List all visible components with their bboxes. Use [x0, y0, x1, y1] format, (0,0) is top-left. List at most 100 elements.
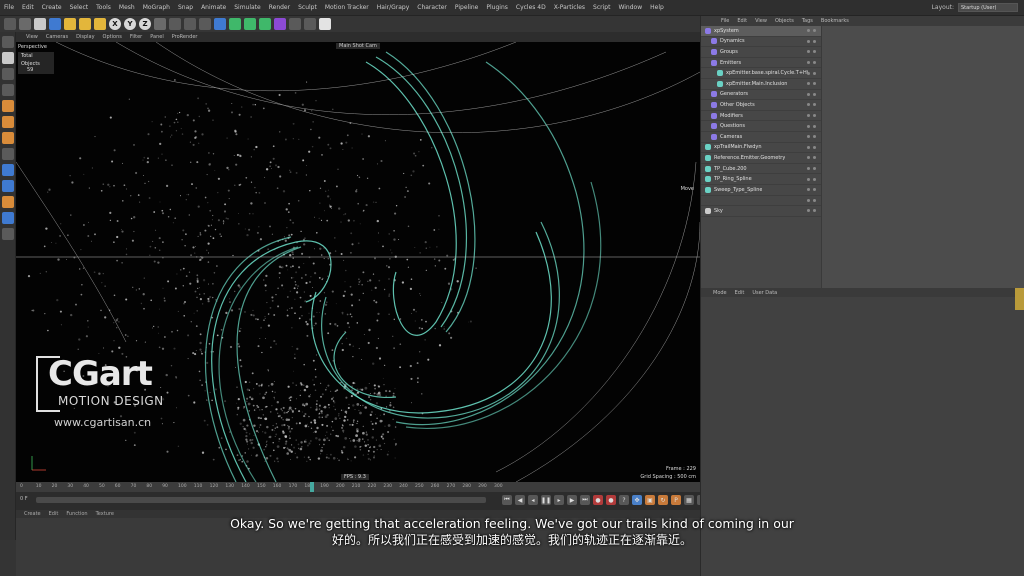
move-tool-icon[interactable]	[49, 18, 61, 30]
menu-motion-tracker[interactable]: Motion Tracker	[321, 4, 373, 11]
object-visibility-flags[interactable]	[807, 71, 816, 75]
object-row[interactable]: TP_Ring_Spline	[701, 174, 821, 185]
object-visibility-flags[interactable]	[807, 92, 816, 96]
attrmgr-menu-user-data[interactable]: User Data	[748, 290, 781, 296]
light-icon[interactable]	[319, 18, 331, 30]
live-select-icon[interactable]	[34, 18, 46, 30]
object-row[interactable]: Sweep_Type_Spline	[701, 185, 821, 196]
visibility-dot-icon[interactable]	[813, 103, 816, 107]
timeline-start-frame[interactable]: 0 F	[20, 496, 28, 502]
menu-animate[interactable]: Animate	[197, 4, 230, 11]
scale-key-icon[interactable]: ▣	[645, 495, 655, 505]
visibility-dot-icon[interactable]	[807, 167, 810, 171]
cube-icon[interactable]	[214, 18, 226, 30]
visibility-dot-icon[interactable]	[807, 92, 810, 96]
visibility-dot-icon[interactable]	[813, 29, 816, 33]
menu-character[interactable]: Character	[413, 4, 451, 11]
make-editable-icon[interactable]	[2, 36, 14, 48]
workplane-icon[interactable]	[2, 84, 14, 96]
visibility-dot-icon[interactable]	[807, 124, 810, 128]
objmgr-menu-tags[interactable]: Tags	[798, 18, 817, 24]
tweak-icon[interactable]	[2, 164, 14, 176]
object-row[interactable]: Sky	[701, 206, 821, 217]
sculpt-icon[interactable]	[2, 196, 14, 208]
objmgr-menu-edit[interactable]: Edit	[733, 18, 751, 24]
object-row[interactable]: Dynamics	[701, 37, 821, 48]
prev-key-icon[interactable]: ◀	[515, 495, 525, 505]
visibility-dot-icon[interactable]	[807, 29, 810, 33]
polygons-mode-icon[interactable]	[2, 132, 14, 144]
go-to-end-icon[interactable]: ⏭	[580, 495, 590, 505]
object-visibility-flags[interactable]	[807, 61, 816, 65]
object-visibility-flags[interactable]	[807, 167, 816, 171]
autokey-icon[interactable]: ●	[606, 495, 616, 505]
record-icon[interactable]: ●	[593, 495, 603, 505]
visibility-dot-icon[interactable]	[813, 145, 816, 149]
axis-mode-icon[interactable]	[2, 148, 14, 160]
object-row[interactable]: Emitters	[701, 58, 821, 69]
visibility-dot-icon[interactable]	[813, 135, 816, 139]
pla-key-icon[interactable]: ▦	[684, 495, 694, 505]
object-visibility-flags[interactable]	[807, 177, 816, 181]
objmgr-menu-bookmarks[interactable]: Bookmarks	[817, 18, 853, 24]
visibility-dot-icon[interactable]	[813, 156, 816, 160]
visibility-dot-icon[interactable]	[807, 177, 810, 181]
viewport-menu-cameras[interactable]: Cameras	[42, 34, 72, 40]
menu-edit[interactable]: Edit	[18, 4, 38, 11]
menu-plugins[interactable]: Plugins	[482, 4, 512, 11]
layout-dropdown[interactable]: Startup (User)	[958, 3, 1018, 12]
object-row[interactable]: xpTrailMain.Flwdyn	[701, 143, 821, 154]
menu-mesh[interactable]: Mesh	[115, 4, 139, 11]
visibility-dot-icon[interactable]	[813, 198, 816, 202]
attrmgr-menu-mode[interactable]: Mode	[709, 290, 731, 296]
visibility-dot-icon[interactable]	[807, 50, 810, 54]
object-visibility-flags[interactable]	[807, 82, 816, 86]
viewport-menu-options[interactable]: Options	[99, 34, 126, 40]
object-row[interactable]: Modifiers	[701, 111, 821, 122]
visibility-dot-icon[interactable]	[813, 177, 816, 181]
visibility-dot-icon[interactable]	[807, 61, 810, 65]
pause-icon[interactable]: ❚❚	[541, 495, 551, 505]
object-visibility-flags[interactable]	[807, 209, 816, 213]
object-visibility-flags[interactable]	[807, 135, 816, 139]
object-row[interactable]: Questions	[701, 121, 821, 132]
viewport-menu-filter[interactable]: Filter	[126, 34, 146, 40]
objmgr-menu-objects[interactable]: Objects	[771, 18, 798, 24]
model-mode-icon[interactable]	[2, 52, 14, 64]
locked-workplane-icon[interactable]	[2, 212, 14, 224]
visibility-dot-icon[interactable]	[807, 71, 810, 75]
menu-help[interactable]: Help	[646, 4, 668, 11]
object-row[interactable]: Generators	[701, 90, 821, 101]
snap-icon[interactable]	[2, 180, 14, 192]
coordinate-system-icon[interactable]	[154, 18, 166, 30]
next-frame-icon[interactable]: ▸	[554, 495, 564, 505]
visibility-dot-icon[interactable]	[813, 188, 816, 192]
edges-mode-icon[interactable]	[2, 116, 14, 128]
object-visibility-flags[interactable]	[807, 103, 816, 107]
menu-window[interactable]: Window	[614, 4, 646, 11]
scale-tool-icon[interactable]	[64, 18, 76, 30]
object-row[interactable]: Reference.Emitter.Geometry	[701, 153, 821, 164]
nurbs-icon[interactable]	[244, 18, 256, 30]
menu-file[interactable]: File	[0, 4, 18, 11]
render-view-icon[interactable]	[169, 18, 181, 30]
menu-script[interactable]: Script	[589, 4, 614, 11]
visibility-dot-icon[interactable]	[807, 209, 810, 213]
planar-workplane-icon[interactable]	[2, 228, 14, 240]
object-visibility-flags[interactable]	[807, 156, 816, 160]
axis-y-button[interactable]: Y	[124, 18, 136, 30]
texture-mode-icon[interactable]	[2, 68, 14, 80]
objmgr-menu-view[interactable]: View	[751, 18, 771, 24]
menu-tools[interactable]: Tools	[92, 4, 115, 11]
visibility-dot-icon[interactable]	[813, 39, 816, 43]
render-picture-viewer-icon[interactable]	[184, 18, 196, 30]
object-row[interactable]: Groups	[701, 47, 821, 58]
scene-icon[interactable]	[289, 18, 301, 30]
rotate-tool-icon[interactable]	[79, 18, 91, 30]
spline-pen-icon[interactable]	[229, 18, 241, 30]
visibility-dot-icon[interactable]	[813, 92, 816, 96]
visibility-dot-icon[interactable]	[813, 124, 816, 128]
prev-frame-icon[interactable]: ◂	[528, 495, 538, 505]
object-visibility-flags[interactable]	[807, 198, 816, 202]
viewport-menu-panel[interactable]: Panel	[146, 34, 168, 40]
